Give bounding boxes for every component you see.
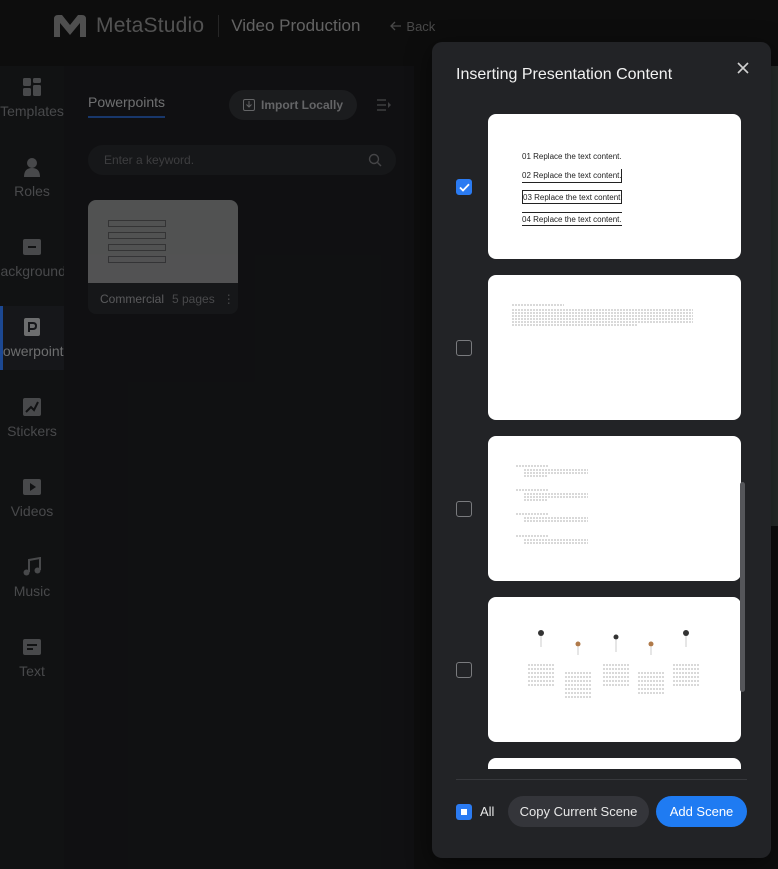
close-icon xyxy=(737,62,749,74)
indeterminate-icon xyxy=(461,809,467,815)
slide-row xyxy=(432,758,771,769)
slide-thumbnail[interactable] xyxy=(488,597,741,742)
slide-thumbnail[interactable] xyxy=(488,758,741,769)
slide-text-line: 02 Replace the text content. xyxy=(522,169,622,183)
slide-preview-graphic xyxy=(528,630,699,698)
slide-row: 01 Replace the text content. 02 Replace … xyxy=(432,114,771,259)
slide-checkbox[interactable] xyxy=(456,340,472,356)
copy-current-scene-button[interactable]: Copy Current Scene xyxy=(508,796,649,827)
slide-preview-graphic xyxy=(516,465,588,544)
slide-list: 01 Replace the text content. 02 Replace … xyxy=(432,114,771,769)
insert-presentation-modal: Inserting Presentation Content 01 Replac… xyxy=(432,42,771,858)
slide-row xyxy=(432,597,771,742)
slide-text-line: 04 Replace the text content. xyxy=(522,212,622,226)
modal-title: Inserting Presentation Content xyxy=(456,66,673,83)
footer-divider xyxy=(456,779,747,780)
slide-checkbox[interactable] xyxy=(456,179,472,195)
slide-checkbox[interactable] xyxy=(456,662,472,678)
slide-preview-graphic xyxy=(512,304,693,326)
slide-thumbnail[interactable]: 01 Replace the text content. 02 Replace … xyxy=(488,114,741,259)
slide-checkbox[interactable] xyxy=(456,501,472,517)
select-all-label: All xyxy=(480,804,495,819)
slide-thumbnail[interactable] xyxy=(488,275,741,420)
slide-thumbnail[interactable] xyxy=(488,436,741,581)
slide-text-line: 01 Replace the text content. xyxy=(522,151,622,161)
select-all-checkbox[interactable] xyxy=(456,804,472,820)
scrollbar-thumb[interactable] xyxy=(740,482,745,692)
add-scene-button[interactable]: Add Scene xyxy=(656,796,747,827)
slide-row xyxy=(432,275,771,420)
check-icon xyxy=(458,183,470,192)
slide-row xyxy=(432,436,771,581)
modal-footer: All Copy Current Scene Add Scene xyxy=(432,796,771,828)
slide-text-line: 03 Replace the text content. xyxy=(522,190,623,204)
close-button[interactable] xyxy=(735,60,751,76)
